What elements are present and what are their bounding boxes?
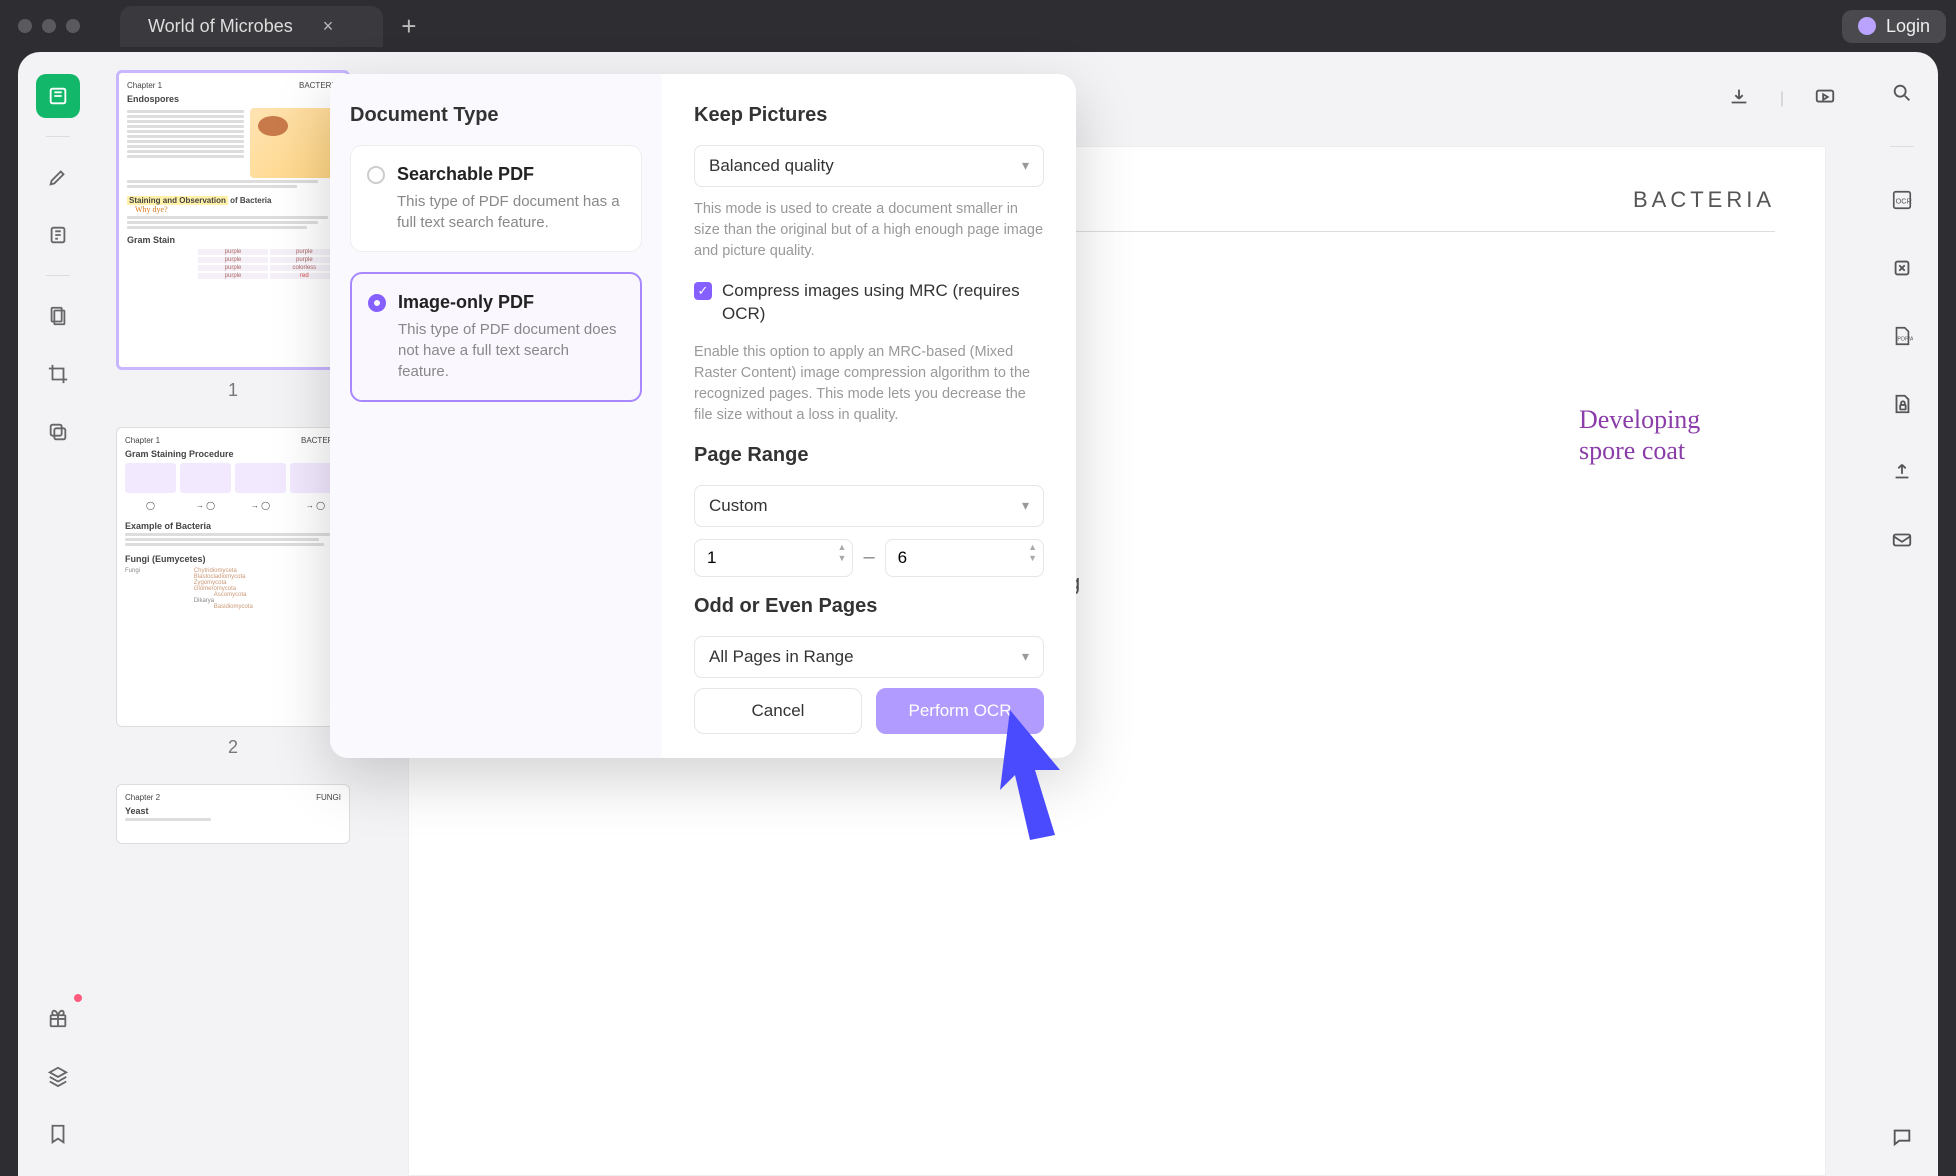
dialog-left-pane: Document Type Searchable PDF This type o… bbox=[330, 74, 662, 758]
range-mode-select[interactable]: Custom bbox=[694, 485, 1044, 527]
login-button[interactable]: Login bbox=[1842, 10, 1946, 43]
search-icon[interactable] bbox=[1883, 74, 1921, 112]
maximize-window[interactable] bbox=[66, 19, 80, 33]
resize-icon[interactable] bbox=[1883, 249, 1921, 287]
minimize-window[interactable] bbox=[42, 19, 56, 33]
pages-button[interactable] bbox=[36, 294, 80, 338]
ocr-icon[interactable]: OCR bbox=[1883, 181, 1921, 219]
thumb-highlight: Staining and Observation bbox=[127, 196, 228, 205]
login-label: Login bbox=[1886, 16, 1930, 37]
option-image-only-pdf[interactable]: Image-only PDF This type of PDF document… bbox=[350, 272, 642, 402]
thumb-chapter: Chapter 1 bbox=[127, 81, 162, 90]
thumbnail-page-2[interactable]: Chapter 1BACTERIA Gram Staining Procedur… bbox=[116, 427, 350, 727]
tab-document[interactable]: World of Microbes × bbox=[120, 6, 383, 47]
radio-icon bbox=[367, 166, 385, 184]
dialog-right-pane: Keep Pictures Balanced quality This mode… bbox=[662, 74, 1076, 758]
thumb-heading: Endospores bbox=[127, 94, 339, 104]
bookmark-button[interactable] bbox=[36, 1112, 80, 1156]
ocr-dialog: Document Type Searchable PDF This type o… bbox=[330, 74, 1076, 758]
separator bbox=[46, 136, 70, 137]
close-tab-icon[interactable]: × bbox=[323, 16, 334, 37]
layers-button[interactable] bbox=[36, 1054, 80, 1098]
share-icon[interactable] bbox=[1883, 453, 1921, 491]
gift-button[interactable] bbox=[36, 996, 80, 1040]
reader-mode-button[interactable] bbox=[36, 74, 80, 118]
close-window[interactable] bbox=[18, 19, 32, 33]
comment-icon[interactable] bbox=[1883, 1118, 1921, 1156]
quality-help-text: This mode is used to create a document s… bbox=[694, 199, 1044, 262]
range-from-input[interactable]: 1 ▲▼ bbox=[694, 539, 853, 577]
range-dash: – bbox=[863, 546, 874, 569]
thumb-heading: Gram Staining Procedure bbox=[125, 449, 341, 459]
thumb-subheading: Fungi (Eumycetes) bbox=[125, 554, 341, 564]
handwriting-annotation: Developing spore coat bbox=[1579, 404, 1700, 466]
new-tab-button[interactable]: + bbox=[401, 11, 416, 42]
download-icon[interactable] bbox=[1728, 86, 1750, 113]
avatar-icon bbox=[1858, 17, 1876, 35]
checkbox-icon: ✓ bbox=[694, 282, 712, 300]
separator bbox=[1890, 146, 1914, 147]
stepper-icon[interactable]: ▲▼ bbox=[1028, 543, 1037, 563]
thumb-subheading: Gram Stain bbox=[127, 235, 339, 245]
thumb-number-1: 1 bbox=[116, 380, 350, 401]
thumbnail-page-1[interactable]: Chapter 1BACTERIA Endospores Staining an… bbox=[116, 70, 350, 370]
range-to-input[interactable]: 6 ▲▼ bbox=[885, 539, 1044, 577]
thumb-tag: FUNGI bbox=[316, 793, 341, 802]
thumb-subheading: Example of Bacteria bbox=[125, 521, 341, 531]
option-description: This type of PDF document does not have … bbox=[398, 319, 622, 382]
page-range-heading: Page Range bbox=[694, 444, 1044, 467]
odd-even-heading: Odd or Even Pages bbox=[694, 595, 1044, 618]
thumb-number-2: 2 bbox=[116, 737, 350, 758]
highlighter-button[interactable] bbox=[36, 155, 80, 199]
left-toolbar bbox=[18, 52, 98, 1176]
thumb-chapter: Chapter 1 bbox=[125, 436, 160, 445]
notes-button[interactable] bbox=[36, 213, 80, 257]
quality-select[interactable]: Balanced quality bbox=[694, 145, 1044, 187]
option-description: This type of PDF document has a full tex… bbox=[397, 191, 623, 233]
tab-title: World of Microbes bbox=[148, 16, 293, 37]
present-icon[interactable] bbox=[1814, 86, 1836, 113]
option-searchable-pdf[interactable]: Searchable PDF This type of PDF document… bbox=[350, 145, 642, 252]
lock-file-icon[interactable] bbox=[1883, 385, 1921, 423]
thumb-chapter: Chapter 2 bbox=[125, 793, 160, 802]
thumb-annotation: Why dye? bbox=[135, 205, 339, 214]
thumbnails-panel: Chapter 1BACTERIA Endospores Staining an… bbox=[98, 52, 368, 1176]
option-title: Searchable PDF bbox=[397, 164, 623, 185]
window-controls bbox=[18, 19, 80, 33]
svg-text:PDF/A: PDF/A bbox=[1897, 337, 1913, 343]
keep-pictures-heading: Keep Pictures bbox=[694, 104, 1044, 127]
titlebar: World of Microbes × + Login bbox=[0, 0, 1956, 52]
odd-even-select[interactable]: All Pages in Range bbox=[694, 636, 1044, 678]
pdfa-icon[interactable]: PDF/A bbox=[1883, 317, 1921, 355]
option-title: Image-only PDF bbox=[398, 292, 622, 313]
svg-text:OCR: OCR bbox=[1896, 197, 1912, 206]
mrc-checkbox-row[interactable]: ✓ Compress images using MRC (requires OC… bbox=[694, 280, 1044, 326]
radio-icon bbox=[368, 294, 386, 312]
right-toolbar: OCR PDF/A bbox=[1866, 52, 1938, 1176]
mail-icon[interactable] bbox=[1883, 521, 1921, 559]
separator bbox=[46, 275, 70, 276]
mrc-help-text: Enable this option to apply an MRC-based… bbox=[694, 342, 1044, 426]
copy-button[interactable] bbox=[36, 410, 80, 454]
thumb-figure bbox=[250, 108, 339, 178]
crop-button[interactable] bbox=[36, 352, 80, 396]
thumbnail-page-3[interactable]: Chapter 2 FUNGI Yeast bbox=[116, 784, 350, 844]
thumb-heading: Yeast bbox=[125, 806, 341, 816]
document-type-heading: Document Type bbox=[350, 104, 642, 127]
stepper-icon[interactable]: ▲▼ bbox=[838, 543, 847, 563]
perform-ocr-button[interactable]: Perform OCR bbox=[876, 688, 1044, 734]
checkbox-label: Compress images using MRC (requires OCR) bbox=[722, 280, 1044, 326]
cancel-button[interactable]: Cancel bbox=[694, 688, 862, 734]
